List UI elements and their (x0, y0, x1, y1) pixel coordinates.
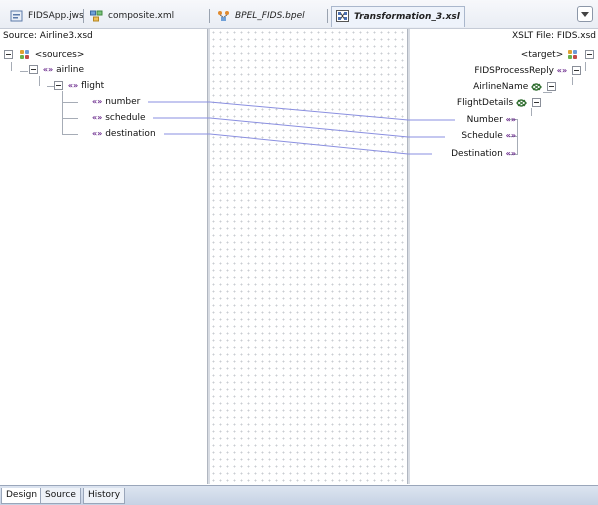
element-icon: «» (556, 66, 568, 75)
tab-separator (327, 9, 328, 23)
collapse-icon[interactable] (572, 66, 581, 75)
choice-icon (531, 82, 543, 91)
editor-tab-bar: FIDSApp.jws composite.xml BPEL_FIDS.bpel (0, 0, 598, 29)
source-node-airline[interactable]: «» airline (27, 64, 84, 76)
element-icon: «» (505, 115, 516, 124)
target-node-fidsprocessreply[interactable]: FIDSProcessReply «» (474, 65, 583, 77)
tree-line (572, 77, 573, 85)
tree-line (531, 108, 532, 116)
node-label: Destination (451, 149, 503, 159)
choice-icon (516, 98, 528, 107)
tab-design[interactable]: Design (1, 488, 43, 504)
tab-transformation-xsl[interactable]: Transformation_3.xsl (331, 6, 465, 27)
tree-line (62, 134, 78, 135)
tab-label: FIDSApp.jws (28, 11, 84, 21)
tab-composite-xml[interactable]: composite.xml (86, 7, 178, 25)
tree-line (62, 102, 78, 103)
target-node-schedule[interactable]: Schedule «» (461, 130, 516, 142)
node-label: flight (81, 81, 105, 91)
element-icon: «» (92, 113, 103, 122)
source-header: Source: Airline3.xsd (3, 31, 93, 41)
composite-icon (90, 10, 103, 22)
collapse-icon[interactable] (54, 81, 63, 90)
element-icon: «» (67, 81, 79, 90)
collapse-icon[interactable] (547, 82, 556, 91)
tree-line (62, 91, 63, 135)
target-icon (568, 49, 578, 60)
node-label: <sources> (34, 50, 85, 60)
tab-fidsapp-jws[interactable]: FIDSApp.jws (6, 7, 88, 25)
node-label: FIDSProcessReply (474, 66, 554, 76)
node-label: Number (466, 115, 503, 125)
tab-label: BPEL_FIDS.bpel (235, 11, 305, 21)
source-node-schedule[interactable]: «» schedule (92, 112, 146, 124)
tab-label: composite.xml (108, 11, 175, 21)
node-label: <target> (520, 50, 564, 60)
source-node-number[interactable]: «» number (92, 96, 140, 108)
xsl-icon (336, 10, 349, 22)
tab-history[interactable]: History (83, 488, 126, 504)
collapse-icon[interactable] (29, 65, 38, 74)
tree-line (517, 119, 518, 155)
tab-source[interactable]: Source (40, 488, 81, 504)
tree-line (585, 62, 586, 71)
element-icon: «» (505, 131, 516, 140)
node-label: FlightDetails (456, 98, 514, 108)
bpel-icon (218, 11, 229, 21)
node-label: schedule (105, 113, 146, 123)
element-icon: «» (92, 97, 103, 106)
target-node-destination[interactable]: Destination «» (451, 148, 516, 160)
tree-line (62, 118, 78, 119)
node-label: destination (105, 129, 156, 139)
element-icon: «» (42, 65, 54, 74)
sources-icon (19, 49, 30, 60)
tab-separator (209, 9, 210, 23)
collapse-icon[interactable] (585, 50, 594, 59)
source-node-flight[interactable]: «» flight (52, 80, 104, 92)
tab-separator (83, 9, 84, 23)
tree-line (11, 62, 12, 71)
tab-bpel-fids[interactable]: BPEL_FIDS.bpel (213, 7, 309, 25)
element-icon: «» (505, 149, 516, 158)
collapse-icon[interactable] (532, 98, 541, 107)
target-node-flightdetails[interactable]: FlightDetails (457, 97, 543, 109)
node-label: number (105, 97, 141, 107)
editor-view-tabs: Design Source History (0, 485, 598, 505)
target-header: XSLT File: FIDS.xsd (511, 31, 596, 41)
node-label: airline (56, 65, 85, 75)
target-node-target[interactable]: <target> (521, 49, 596, 61)
workspace-icon (10, 10, 23, 22)
tab-label: Transformation_3.xsl (354, 12, 460, 22)
collapse-icon[interactable] (4, 50, 13, 59)
node-label: AirlineName (473, 82, 529, 92)
target-node-number[interactable]: Number «» (467, 114, 516, 126)
tab-list-dropdown-icon[interactable] (577, 6, 593, 22)
mapping-canvas[interactable] (210, 29, 408, 484)
tree-line (39, 76, 40, 86)
element-icon: «» (92, 129, 103, 138)
source-node-destination[interactable]: «» destination (92, 128, 156, 140)
target-node-airlinename[interactable]: AirlineName (473, 81, 558, 93)
source-node-sources[interactable]: <sources> (2, 49, 84, 61)
node-label: Schedule (461, 131, 503, 141)
